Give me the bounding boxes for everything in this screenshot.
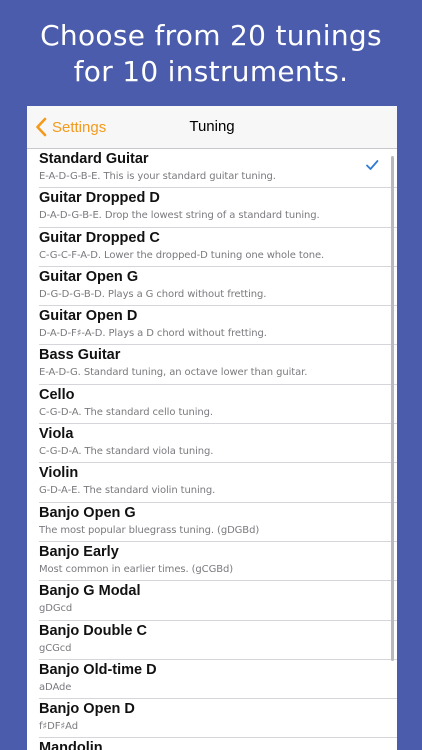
tuning-name: Guitar Dropped D — [39, 190, 160, 207]
tuning-description: gCGcd — [39, 642, 72, 654]
tuning-row[interactable]: Banjo Old-time D aDAde — [27, 660, 397, 700]
tuning-description: C-G-D-A. The standard viola tuning. — [39, 446, 214, 458]
tuning-name: Banjo Double C — [39, 622, 147, 639]
tuning-description: E-A-D-G-B-E. This is your standard guita… — [39, 171, 276, 182]
checkmark-icon — [365, 158, 379, 172]
tuning-row[interactable]: Viola C-G-D-A. The standard viola tuning. — [27, 424, 397, 464]
tuning-description: The most popular bluegrass tuning. (gDGB… — [39, 524, 260, 536]
tuning-row[interactable]: Mandolin — [27, 738, 397, 750]
tuning-row[interactable]: Banjo Double C gCGcd — [27, 621, 397, 661]
tuning-row[interactable]: Guitar Dropped D D-A-D-G-B-E. Drop the lo… — [27, 188, 397, 228]
tuning-name: Guitar Open G — [39, 268, 139, 285]
phone-screen: Settings Tuning Standard Guitar E-A-D-G-B… — [27, 106, 397, 750]
scrollbar[interactable] — [391, 156, 394, 661]
tuning-row[interactable]: Banjo Open D f♯DF♯Ad — [27, 699, 397, 739]
tuning-name: Guitar Open D — [39, 308, 138, 325]
tuning-name: Violin — [39, 465, 79, 482]
tuning-row[interactable]: Bass Guitar E-A-D-G. Standard tuning, an … — [27, 345, 397, 386]
tuning-description: D-A-D-G-B-E. Drop the lowest string of a… — [39, 210, 320, 222]
tuning-name: Banjo Early — [39, 543, 119, 560]
tuning-name: Banjo Old-time D — [39, 661, 157, 678]
tuning-description: Most common in earlier times. (gCGBd) — [39, 563, 234, 575]
headline-line-1: Choose from 20 tunings — [40, 19, 382, 52]
tuning-description: G-D-A-E. The standard violin tuning. — [39, 485, 216, 497]
tuning-description: gDGcd — [39, 603, 73, 615]
tuning-name: Banjo Open D — [39, 701, 135, 718]
tuning-row[interactable]: Cello C-G-D-A. The standard cello tuning. — [27, 385, 397, 425]
navigation-bar: Settings Tuning — [27, 106, 397, 149]
back-button[interactable]: Settings — [35, 106, 106, 148]
tuning-name: Mandolin — [39, 740, 103, 750]
tuning-row[interactable]: Violin G-D-A-E. The standard violin tunin… — [27, 463, 397, 503]
tuning-row[interactable]: Banjo G Modal gDGcd — [27, 581, 397, 621]
tuning-row[interactable]: Guitar Open G D-G-D-G-B-D. Plays a G chor… — [27, 267, 397, 307]
promo-headline: Choose from 20 tunings for 10 instrument… — [0, 18, 422, 90]
headline-line-2: for 10 instruments. — [73, 55, 349, 88]
tuning-name: Cello — [39, 386, 75, 403]
tuning-description: f♯DF♯Ad — [39, 721, 78, 733]
tuning-row[interactable]: Standard Guitar E-A-D-G-B-E. This is your… — [27, 149, 397, 189]
back-button-label: Settings — [52, 118, 107, 136]
tuning-description: C-G-C-F-A-D. Lower the dropped-D tuning … — [39, 249, 325, 261]
tuning-description: E-A-D-G. Standard tuning, an octave lowe… — [39, 367, 308, 379]
tuning-name: Bass Guitar — [39, 347, 121, 364]
tuning-description: C-G-D-A. The standard cello tuning. — [39, 406, 213, 418]
tuning-row[interactable]: Banjo Open G The most popular bluegrass t… — [27, 503, 397, 543]
tuning-description: aDAde — [39, 681, 72, 693]
tuning-row[interactable]: Guitar Dropped C C-G-C-F-A-D. Lower the d… — [27, 228, 397, 268]
tuning-description: D-A-D-F♯-A-D. Plays a D chord without fr… — [39, 328, 267, 340]
tuning-row[interactable]: Guitar Open D D-A-D-F♯-A-D. Plays a D cho… — [27, 306, 397, 346]
chevron-left-icon — [35, 117, 47, 137]
tuning-list: Standard Guitar E-A-D-G-B-E. This is your… — [27, 149, 397, 750]
tuning-name: Banjo Open G — [39, 504, 136, 521]
tuning-row[interactable]: Banjo Early Most common in earlier times.… — [27, 542, 397, 582]
tuning-name: Standard Guitar — [39, 151, 149, 167]
tuning-name: Guitar Dropped C — [39, 229, 160, 246]
tuning-description: D-G-D-G-B-D. Plays a G chord without fre… — [39, 288, 267, 300]
tuning-name: Banjo G Modal — [39, 583, 141, 600]
tuning-name: Viola — [39, 426, 74, 443]
